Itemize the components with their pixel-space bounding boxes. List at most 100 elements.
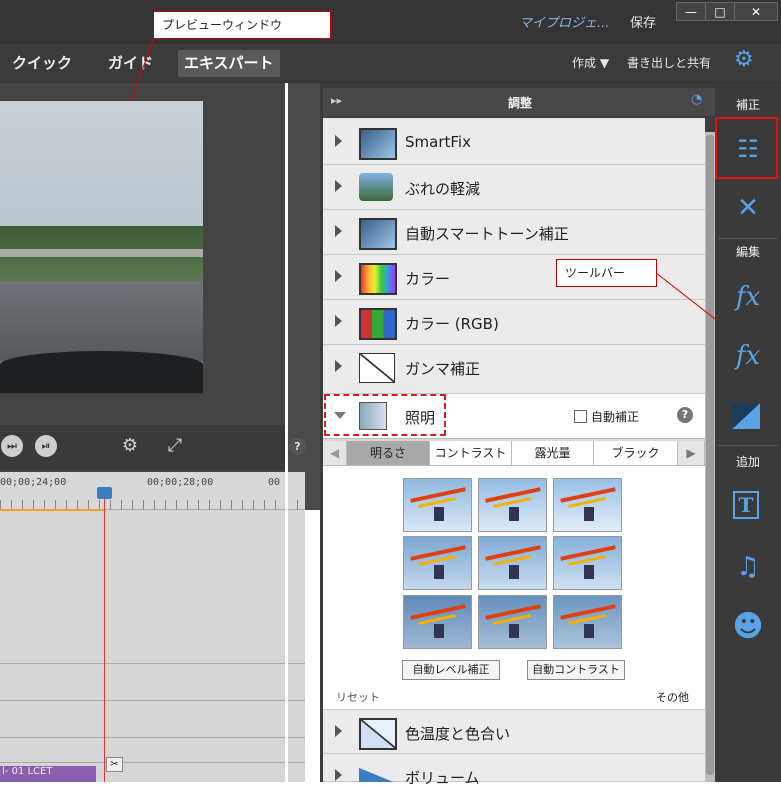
- minimize-button[interactable]: —: [676, 2, 706, 21]
- playback-controls: ⏭ ⏯ ⚙ ⤢: [0, 425, 285, 470]
- scissors-icon[interactable]: ✂: [106, 757, 123, 772]
- export-share-button[interactable]: 書き出しと共有: [627, 54, 711, 71]
- section-edit-label: 編集: [735, 245, 760, 259]
- fit-screen-icon[interactable]: ⤢: [164, 435, 186, 457]
- playhead-handle[interactable]: [97, 487, 112, 499]
- panel-title: 調整: [508, 96, 533, 110]
- create-menu[interactable]: 作成 ▼: [572, 54, 609, 71]
- timeline-tracks[interactable]: [0, 510, 305, 782]
- history-icon[interactable]: ◔: [691, 92, 702, 107]
- tools-icon[interactable]: ✕: [730, 190, 766, 226]
- timecode-label: 00;00;24;00: [0, 477, 67, 488]
- adjustment-color-rgb[interactable]: カラー (RGB): [323, 300, 705, 345]
- adjustment-label: ぶれの軽減: [405, 180, 481, 198]
- preset-thumbnail[interactable]: [553, 595, 622, 649]
- tab-exposure[interactable]: 露光量: [512, 441, 594, 465]
- toolbar-separator: [718, 238, 778, 239]
- close-button[interactable]: ✕: [734, 2, 778, 21]
- preset-thumbnail[interactable]: [553, 536, 622, 590]
- tab-quick[interactable]: クイック: [6, 50, 78, 77]
- help-icon[interactable]: ?: [289, 438, 306, 455]
- playhead[interactable]: [104, 492, 105, 782]
- video-clip[interactable]: l- 01 LCET: [0, 766, 96, 782]
- section-fix-label: 補正: [735, 98, 760, 112]
- text-title-icon[interactable]: T: [733, 491, 759, 519]
- adjustment-smart-tone[interactable]: 自動スマートトーン補正: [323, 210, 705, 255]
- auto-contrast-button[interactable]: 自動コントラスト: [527, 660, 625, 680]
- more-options-link[interactable]: その他: [656, 689, 689, 705]
- lighting-tabs: ◀ 明るさ コントラスト 露光量 ブラック ▶: [323, 438, 705, 466]
- tab-scroll-right-icon[interactable]: ▶: [678, 441, 705, 465]
- save-button[interactable]: 保存: [630, 12, 656, 31]
- expand-arrow-icon[interactable]: [335, 769, 342, 781]
- mode-bar: クイック ガイド エキスパート 作成 ▼ 書き出しと共有 ⚙: [0, 44, 781, 82]
- adjustment-label: カラー (RGB): [405, 315, 499, 333]
- help-icon[interactable]: ?: [677, 407, 693, 423]
- transition-icon[interactable]: [732, 403, 760, 429]
- project-name[interactable]: マイプロジェ...: [519, 12, 609, 31]
- callout-toolbar: ツールバー: [556, 259, 657, 287]
- smart-tone-icon: [359, 218, 397, 250]
- preset-thumbnail[interactable]: [403, 595, 472, 649]
- adjustment-shake-reduction[interactable]: ぶれの軽減: [323, 165, 705, 210]
- auto-fix-label: 自動補正: [591, 410, 640, 424]
- toolbar: 補正 編集 追加: [715, 83, 781, 782]
- adjustment-label: カラー: [405, 270, 451, 288]
- music-icon[interactable]: ♫: [730, 549, 766, 585]
- expand-arrow-icon[interactable]: [335, 315, 342, 327]
- gear-icon[interactable]: ⚙: [734, 47, 754, 72]
- render-icon[interactable]: ⚙: [119, 435, 141, 457]
- tab-brightness[interactable]: 明るさ: [347, 441, 430, 465]
- callout-preview: プレビューウィンドウ: [153, 11, 331, 39]
- expand-arrow-icon[interactable]: [335, 135, 342, 147]
- adjustment-gamma[interactable]: ガンマ補正: [323, 345, 705, 394]
- fx-icon[interactable]: fx: [730, 338, 766, 374]
- tab-contrast[interactable]: コントラスト: [430, 441, 512, 465]
- gamma-icon: [359, 353, 395, 383]
- auto-levels-button[interactable]: 自動レベル補正: [402, 660, 500, 680]
- expand-arrow-icon[interactable]: [335, 180, 342, 192]
- toolbar-separator: [718, 445, 778, 446]
- preset-thumbnail[interactable]: [553, 478, 622, 532]
- expand-arrow-icon[interactable]: [335, 360, 342, 372]
- preset-thumbnail[interactable]: [478, 536, 547, 590]
- adjustment-smartfix[interactable]: SmartFix: [323, 120, 705, 165]
- volume-icon: [359, 768, 393, 782]
- tab-scroll-left-icon[interactable]: ◀: [323, 441, 347, 465]
- tab-black[interactable]: ブラック: [594, 441, 678, 465]
- adjustment-volume[interactable]: ボリューム: [323, 754, 705, 787]
- adjustment-label: 自動スマートトーン補正: [405, 225, 569, 243]
- tab-guide[interactable]: ガイド: [102, 50, 159, 77]
- next-frame-icon[interactable]: ⏭: [1, 435, 23, 457]
- fx-edit-icon[interactable]: fx: [730, 279, 766, 315]
- adjustment-temperature[interactable]: 色温度と色合い: [323, 709, 705, 754]
- adjustment-label: ガンマ補正: [405, 360, 481, 378]
- adjustment-label: SmartFix: [405, 133, 471, 151]
- preset-thumbnail[interactable]: [403, 478, 472, 532]
- preset-thumbnail[interactable]: [478, 595, 547, 649]
- expand-arrow-icon[interactable]: [335, 725, 342, 737]
- lighting-highlight: [324, 394, 446, 436]
- adjustment-label: 色温度と色合い: [405, 725, 511, 743]
- smartfix-icon: [359, 128, 397, 160]
- preset-thumbnail[interactable]: [478, 478, 547, 532]
- adjust-sliders-icon[interactable]: ☷: [730, 131, 766, 167]
- color-icon: [359, 263, 397, 295]
- graphics-smiley-icon[interactable]: ☻: [730, 609, 766, 645]
- expand-arrow-icon[interactable]: [335, 225, 342, 237]
- temperature-icon: [359, 718, 397, 750]
- image-divider: [285, 83, 288, 782]
- collapse-panel-icon[interactable]: ▸▸: [331, 94, 342, 107]
- scrollbar-thumb[interactable]: [706, 135, 714, 775]
- preset-thumbnail[interactable]: [403, 536, 472, 590]
- work-area-bar: [0, 509, 105, 511]
- tab-expert[interactable]: エキスパート: [178, 50, 280, 77]
- expand-arrow-icon[interactable]: [335, 270, 342, 282]
- panel-header: ▸▸ 調整 ◔: [323, 88, 715, 116]
- section-add-label: 追加: [735, 455, 760, 469]
- go-to-end-icon[interactable]: ⏯: [35, 435, 57, 457]
- reset-link[interactable]: リセット: [336, 689, 380, 705]
- auto-fix-checkbox[interactable]: [574, 410, 587, 423]
- maximize-button[interactable]: □: [705, 2, 735, 21]
- adjustment-label: ボリューム: [405, 769, 480, 787]
